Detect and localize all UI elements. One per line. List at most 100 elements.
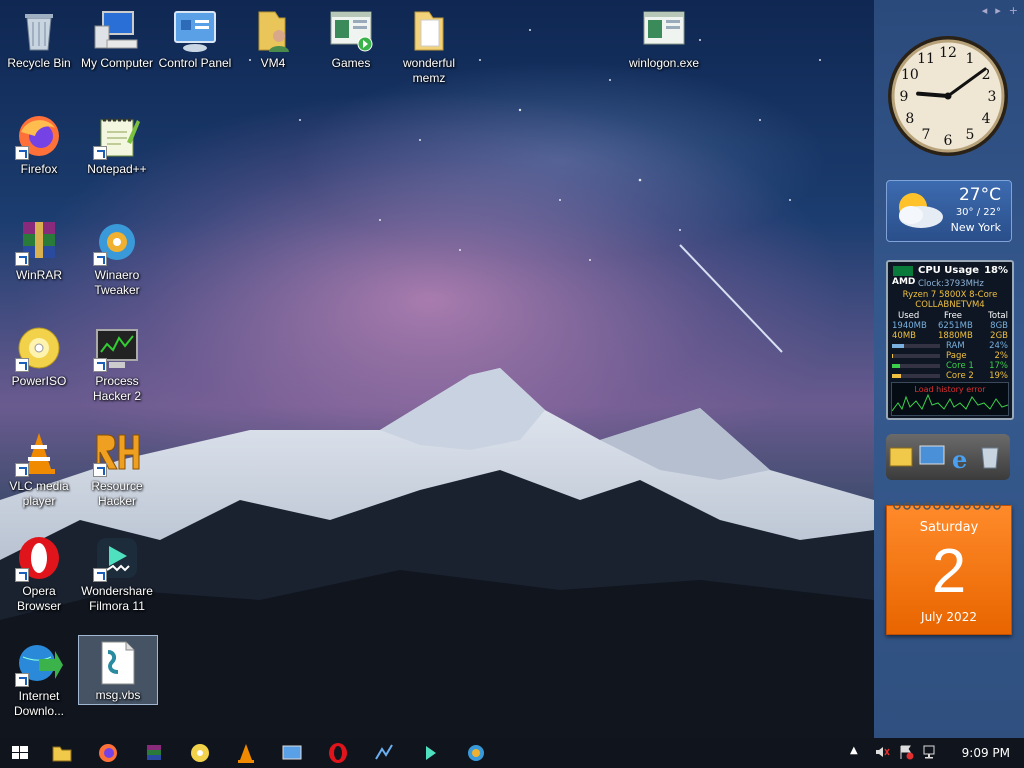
desktop-icon-winlogon[interactable]: winlogon.exe xyxy=(624,0,704,71)
folder-icon xyxy=(405,6,453,54)
desktop-icon-label: Control Panel xyxy=(158,56,232,70)
file-explorer-icon xyxy=(52,746,72,762)
taskbar-opera[interactable] xyxy=(326,741,350,765)
shortcut-arrow-icon xyxy=(15,146,29,160)
calendar-rings xyxy=(893,502,1001,510)
mem-free: 1880MB xyxy=(938,331,973,341)
taskbar-process-hacker[interactable] xyxy=(372,741,396,765)
desktop-icon-recycle-bin[interactable]: Recycle Bin xyxy=(0,0,78,71)
cpu-meter-value: 24% xyxy=(989,341,1008,351)
desktop-icon-control-panel[interactable]: Control Panel xyxy=(156,0,234,71)
internet-download-manager-icon xyxy=(15,639,63,687)
taskbar-vlc[interactable] xyxy=(234,741,258,765)
desktop-icon-poweriso[interactable]: PowerISO xyxy=(0,318,78,389)
taskbar-file-explorer[interactable] xyxy=(50,741,74,765)
resource-hacker-icon xyxy=(93,429,141,477)
action-center-flag-icon[interactable] xyxy=(898,744,914,760)
cpu-meter-label: Core 1 xyxy=(946,361,974,371)
desktop-icon-filmora[interactable]: Wondershare Filmora 11 xyxy=(78,528,156,614)
partly-cloudy-icon xyxy=(899,193,943,228)
shortcut-arrow-icon xyxy=(93,463,107,477)
desktop-icon-label: Internet Downlo... xyxy=(13,689,65,718)
clock-numeral: 1 xyxy=(966,51,975,67)
sidebar-prev-icon[interactable]: ◂ xyxy=(982,4,988,17)
shortcut-arrow-icon xyxy=(15,568,29,582)
computer-icon xyxy=(919,445,945,465)
weather-city: New York xyxy=(950,221,1001,234)
clock-numeral: 3 xyxy=(988,89,997,105)
cpu-meter-gadget[interactable]: AMD CPU Usage 18% Clock:3793MHz Ryzen 7 … xyxy=(886,260,1014,420)
desktop-icon-resource-hacker[interactable]: Resource Hacker xyxy=(78,423,156,509)
cpu-title: CPU Usage xyxy=(918,265,980,276)
cpu-meter-label: RAM xyxy=(946,341,965,351)
desktop-icon-opera[interactable]: Opera Browser xyxy=(0,528,78,614)
sidebar-next-icon[interactable]: ▸ xyxy=(995,4,1001,17)
desktop-icon-notepadpp[interactable]: Notepad++ xyxy=(78,106,156,177)
control-panel-icon xyxy=(282,745,302,760)
clock-gadget[interactable]: 12 1 2 3 4 5 6 7 8 9 10 11 xyxy=(886,34,1010,158)
desktop-icon-firefox[interactable]: Firefox xyxy=(0,106,78,177)
opera-icon xyxy=(15,534,63,582)
windows-logo-icon xyxy=(12,746,28,759)
mem-header-total: Total xyxy=(988,311,1008,321)
shortcut-arrow-icon xyxy=(93,146,107,160)
vlc-cone-icon xyxy=(238,744,254,763)
taskbar-winrar[interactable] xyxy=(142,741,166,765)
cpu-meter-bar xyxy=(892,374,940,378)
disc-icon xyxy=(15,324,63,372)
desktop-icon-games[interactable]: Games xyxy=(312,0,390,71)
firefox-icon xyxy=(99,744,117,762)
clock-numeral: 8 xyxy=(905,111,914,127)
mem-row-ram: 1940MB 6251MB 8GB xyxy=(892,321,1008,331)
shortcut-arrow-icon xyxy=(93,252,107,266)
clock-numeral: 9 xyxy=(900,89,909,105)
clock-numeral: 7 xyxy=(922,127,931,143)
clock-numeral: 12 xyxy=(939,45,957,61)
desktop-icon-label: msg.vbs xyxy=(95,688,141,702)
quick-launch-gadget[interactable]: e xyxy=(886,434,1010,480)
cpu-history-graph: Load history error xyxy=(891,382,1009,416)
taskbar-poweriso[interactable] xyxy=(188,741,212,765)
desktop-icon-winaero[interactable]: Winaero Tweaker xyxy=(78,212,156,298)
sidebar-add-icon[interactable]: + xyxy=(1009,4,1018,17)
desktop-icon-msg-vbs[interactable]: msg.vbs xyxy=(78,635,158,705)
cpu-meter-bar xyxy=(892,344,940,348)
calendar-gadget[interactable]: Saturday 2 July 2022 xyxy=(886,502,1012,635)
window-app-icon xyxy=(327,6,375,54)
desktop-icon-process-hacker[interactable]: Process Hacker 2 xyxy=(78,318,156,404)
volume-muted-icon[interactable] xyxy=(874,744,890,760)
desktop-icon-label: PowerISO xyxy=(11,374,67,388)
tray-overflow-icon[interactable]: ▲ xyxy=(850,745,858,756)
desktop-icon-label: Notepad++ xyxy=(87,162,147,176)
weather-temperature: 27°C xyxy=(958,185,1001,205)
cpu-meter-fill xyxy=(892,364,901,368)
clock-numeral: 6 xyxy=(944,133,953,149)
process-hacker-icon xyxy=(375,744,393,760)
desktop-icon-vm4[interactable]: VM4 xyxy=(234,0,312,71)
notepadpp-icon xyxy=(93,112,141,160)
clock-numeral: 11 xyxy=(917,51,935,67)
start-button[interactable] xyxy=(8,741,32,765)
desktop-icon-vlc[interactable]: VLC media player xyxy=(0,423,78,509)
cpu-meter-row: Core 1 17% xyxy=(892,361,1008,371)
winrar-icon xyxy=(15,218,63,266)
desktop-icon-winrar[interactable]: WinRAR xyxy=(0,212,78,283)
computer-icon xyxy=(93,6,141,54)
desktop-icon-idm[interactable]: Internet Downlo... xyxy=(0,633,78,719)
weather-gadget[interactable]: 27°C 30° / 22° New York xyxy=(886,180,1012,242)
taskbar-winaero[interactable] xyxy=(464,741,488,765)
mem-header-free: Free xyxy=(944,311,963,321)
disc-icon xyxy=(191,744,209,762)
taskbar-control-panel[interactable] xyxy=(280,741,304,765)
clock-hour-hand xyxy=(916,91,950,98)
network-icon[interactable] xyxy=(922,744,938,760)
cpu-meter-row: Core 2 19% xyxy=(892,371,1008,381)
cpu-host: COLLABNETVM4 xyxy=(915,300,985,310)
taskbar-filmora[interactable] xyxy=(418,741,442,765)
taskbar-clock[interactable]: 9:09 PM xyxy=(962,746,1010,760)
taskbar-firefox[interactable] xyxy=(96,741,120,765)
desktop-icon-my-computer[interactable]: My Computer xyxy=(78,0,156,71)
cpu-meter-row: RAM 24% xyxy=(892,341,1008,351)
winaero-tweaker-icon xyxy=(93,218,141,266)
desktop-icon-wonderful-memz[interactable]: wonderful memz xyxy=(390,0,468,86)
